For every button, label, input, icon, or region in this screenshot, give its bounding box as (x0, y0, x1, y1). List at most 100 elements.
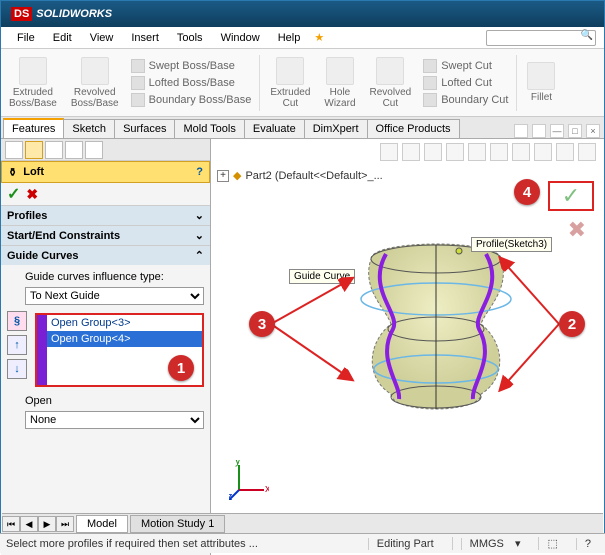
tab-mold-tools[interactable]: Mold Tools (174, 119, 244, 138)
main-area: ⚱ Loft ? ✓ ✖ Profiles⌄ Start/End Constra… (1, 139, 604, 555)
open-label: Open (25, 395, 204, 407)
nav-first-icon[interactable]: ⏮ (2, 516, 20, 532)
extruded-cut-button[interactable]: Extruded Cut (266, 55, 314, 111)
menu-insert[interactable]: Insert (123, 30, 167, 46)
chevron-down-icon: ⌄ (195, 209, 204, 222)
pm-ok-row: ✓ ✖ (1, 183, 210, 205)
brand-ds-icon: DS (11, 7, 32, 21)
brand-name: SOLIDWORKS (36, 8, 112, 20)
app-logo: DS SOLIDWORKS (5, 7, 118, 21)
window-icon[interactable] (514, 124, 528, 138)
list-item[interactable]: Open Group<3> (47, 315, 202, 331)
step-1-badge: 1 (168, 355, 194, 381)
triad-icon: y x z (229, 460, 269, 500)
list-item[interactable]: Open Group<4> (47, 331, 202, 347)
window-icon[interactable]: — (550, 124, 564, 138)
fm-tab-icon[interactable] (65, 141, 83, 159)
step-2-badge: 2 (559, 311, 585, 337)
annotation-arrows (211, 139, 604, 555)
tab-sketch[interactable]: Sketch (63, 119, 115, 138)
svg-text:z: z (229, 491, 233, 500)
bottom-tabs: ⏮ ◀ ▶ ⏭ Model Motion Study 1 (2, 513, 603, 533)
window-icon[interactable]: □ (568, 124, 582, 138)
list-color-bar (37, 315, 47, 385)
tab-features[interactable]: Features (3, 118, 64, 138)
star-icon[interactable]: ★ (310, 31, 328, 44)
influence-select[interactable]: To Next Guide (25, 287, 204, 305)
extruded-boss-button[interactable]: Extruded Boss/Base (5, 55, 61, 111)
section-profiles[interactable]: Profiles⌄ (1, 206, 210, 225)
fm-tab-icon[interactable] (5, 141, 23, 159)
fm-tab-icon[interactable] (25, 141, 43, 159)
pm-header: ⚱ Loft ? (1, 161, 210, 183)
viewport[interactable]: + ◆ Part2 (Default<<Default>_... Guide C… (211, 139, 604, 555)
tab-surfaces[interactable]: Surfaces (114, 119, 175, 138)
boundary-cut-button[interactable]: Boundary Cut (421, 92, 510, 108)
menu-view[interactable]: View (82, 30, 122, 46)
pm-title: Loft (23, 166, 44, 178)
nav-prev-icon[interactable]: ◀ (20, 516, 38, 532)
window-icon[interactable] (532, 124, 546, 138)
menu-tools[interactable]: Tools (169, 30, 211, 46)
fillet-button[interactable]: Fillet (523, 60, 559, 105)
ribbon: Extruded Boss/Base Revolved Boss/Base Sw… (1, 49, 604, 117)
move-up-button[interactable]: ↑ (7, 335, 27, 355)
tab-window-icons: — □ × (514, 124, 604, 138)
section-guide-curves[interactable]: Guide Curves⌃ (1, 246, 210, 265)
tab-office-products[interactable]: Office Products (367, 119, 460, 138)
status-bar: Select more profiles if required then se… (0, 533, 605, 553)
hole-wizard-button[interactable]: Hole Wizard (320, 55, 359, 111)
chevron-down-icon: ⌄ (195, 229, 204, 242)
status-units[interactable]: MMGS ▾ (452, 537, 529, 550)
help-icon[interactable]: ? (196, 166, 203, 178)
check-icon: ✓ (562, 183, 580, 209)
revolved-cut-button[interactable]: Revolved Cut (366, 55, 416, 111)
command-tabs: Features Sketch Surfaces Mold Tools Eval… (1, 117, 604, 139)
revolved-boss-button[interactable]: Revolved Boss/Base (67, 55, 123, 111)
guide-icon-button[interactable]: § (7, 311, 27, 331)
influence-label: Guide curves influence type: (25, 271, 204, 283)
menu-bar: File Edit View Insert Tools Window Help … (1, 27, 604, 49)
boss-list: Swept Boss/Base Lofted Boss/Base Boundar… (129, 58, 254, 108)
status-mode: Editing Part (368, 538, 442, 550)
cut-list: Swept Cut Lofted Cut Boundary Cut (421, 58, 510, 108)
bottom-tab-model[interactable]: Model (76, 515, 128, 533)
title-bar: DS SOLIDWORKS (1, 1, 604, 27)
cancel-corner-button[interactable]: ✖ (568, 217, 586, 243)
svg-text:x: x (265, 483, 269, 495)
swept-cut-button[interactable]: Swept Cut (421, 58, 510, 74)
feature-manager-tabs (1, 139, 210, 161)
fm-tab-icon[interactable] (85, 141, 103, 159)
fm-tab-icon[interactable] (45, 141, 63, 159)
boundary-boss-button[interactable]: Boundary Boss/Base (129, 92, 254, 108)
tab-evaluate[interactable]: Evaluate (244, 119, 305, 138)
bottom-tab-motion[interactable]: Motion Study 1 (130, 515, 225, 533)
svg-text:y: y (235, 460, 241, 467)
menu-help[interactable]: Help (270, 30, 309, 46)
window-icon[interactable]: × (586, 124, 600, 138)
status-hint: Select more profiles if required then se… (6, 538, 258, 550)
chevron-up-icon: ⌃ (195, 249, 204, 262)
confirm-button[interactable]: ✓ (548, 181, 594, 211)
lofted-cut-button[interactable]: Lofted Cut (421, 75, 510, 91)
quick-search-input[interactable] (486, 30, 596, 46)
cancel-button[interactable]: ✖ (26, 186, 38, 203)
swept-boss-button[interactable]: Swept Boss/Base (129, 58, 254, 74)
open-select[interactable]: None (25, 411, 204, 429)
property-manager: ⚱ Loft ? ✓ ✖ Profiles⌄ Start/End Constra… (1, 139, 211, 555)
move-down-button[interactable]: ↓ (7, 359, 27, 379)
lofted-boss-button[interactable]: Lofted Boss/Base (129, 75, 254, 91)
status-help-icon[interactable]: ? (576, 538, 599, 550)
menu-window[interactable]: Window (213, 30, 268, 46)
menu-edit[interactable]: Edit (45, 30, 80, 46)
nav-next-icon[interactable]: ▶ (38, 516, 56, 532)
section-start-end[interactable]: Start/End Constraints⌄ (1, 226, 210, 245)
nav-last-icon[interactable]: ⏭ (56, 516, 74, 532)
menu-file[interactable]: File (9, 30, 43, 46)
tab-dimxpert[interactable]: DimXpert (304, 119, 368, 138)
loft-icon: ⚱ (8, 166, 17, 179)
step-3-badge: 3 (249, 311, 275, 337)
status-icon[interactable]: ⬚ (538, 537, 565, 550)
step-4-badge: 4 (514, 179, 540, 205)
ok-button[interactable]: ✓ (7, 184, 20, 204)
